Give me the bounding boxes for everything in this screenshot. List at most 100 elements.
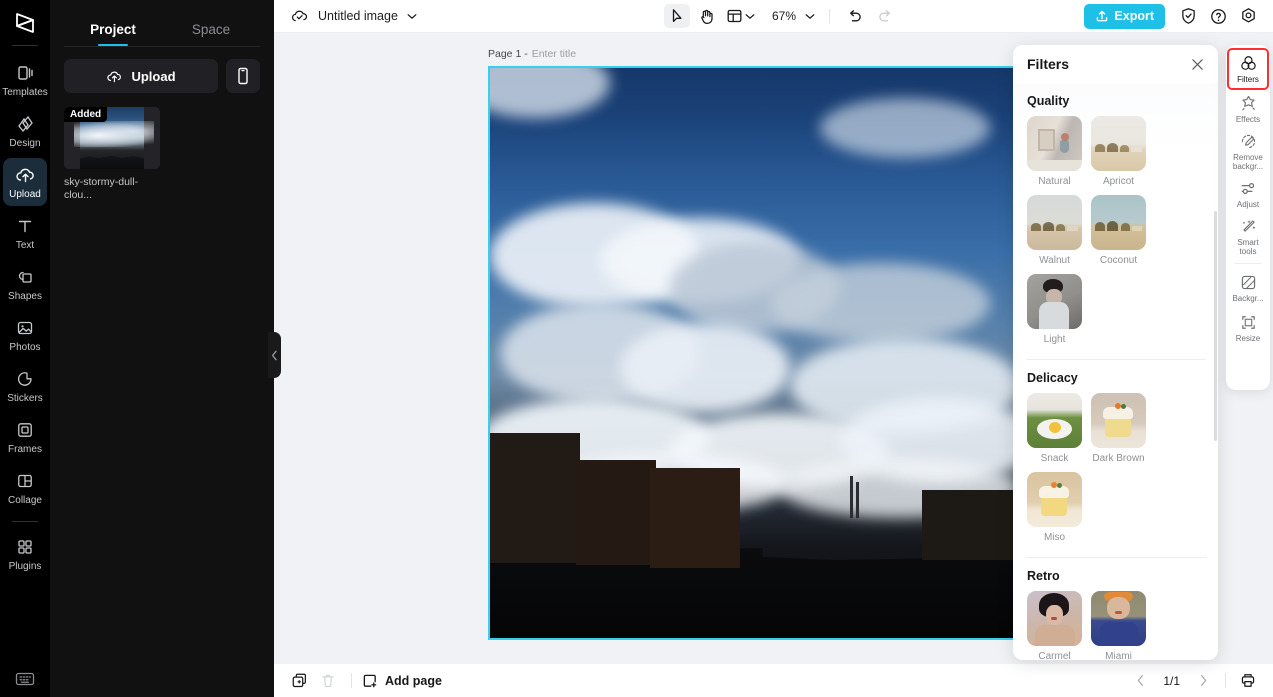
tool-smart-tools[interactable]: Smart tools	[1228, 214, 1268, 259]
tab-space[interactable]: Space	[162, 22, 260, 46]
tool-label: Filters	[1237, 75, 1259, 84]
export-button[interactable]: Export	[1084, 3, 1165, 29]
select-tool-button[interactable]	[664, 4, 690, 28]
filter-label: Carmel	[1038, 651, 1071, 660]
shapes-icon	[14, 266, 36, 288]
prev-page-button[interactable]	[1127, 669, 1153, 693]
tool-background[interactable]: Backgr...	[1228, 268, 1268, 308]
tool-effects[interactable]: Effects	[1228, 89, 1268, 129]
redo-button[interactable]	[872, 4, 898, 28]
panel-tabs: Project Space	[50, 0, 274, 46]
sidebar-item-stickers[interactable]: Stickers	[3, 362, 47, 410]
sidebar-item-design[interactable]: Design	[3, 107, 47, 155]
filter-group-title: Delicacy	[1027, 371, 1078, 385]
hand-tool-button[interactable]	[694, 4, 720, 28]
filter-item[interactable]: Apricot	[1091, 116, 1146, 188]
filter-thumbnail[interactable]	[1091, 195, 1146, 250]
filter-item[interactable]: Miso	[1027, 472, 1082, 544]
artboard[interactable]	[488, 66, 1016, 640]
remove-background-icon	[1239, 132, 1258, 151]
sidebar-item-templates[interactable]: Templates	[2, 56, 48, 104]
tool-adjust[interactable]: Adjust	[1228, 174, 1268, 214]
asset-thumbnail[interactable]: Added	[64, 107, 160, 169]
page-title-input[interactable]: Enter title	[532, 48, 576, 60]
delete-page-button[interactable]	[315, 669, 341, 693]
capcut-logo-icon[interactable]	[8, 8, 42, 38]
filter-group-title: Quality	[1027, 94, 1070, 108]
filters-panel-header: Filters	[1013, 45, 1218, 83]
asset-badge: Added	[64, 107, 108, 122]
filter-thumbnail[interactable]	[1027, 274, 1082, 329]
filter-item[interactable]: Coconut	[1091, 195, 1146, 267]
chevron-down-icon	[745, 13, 755, 20]
sidebar-item-text[interactable]: Text	[3, 209, 47, 257]
filter-item[interactable]: Miami	[1091, 591, 1146, 660]
filter-grid: Carmel Miami	[1027, 591, 1208, 660]
tool-resize[interactable]: Resize	[1228, 308, 1268, 348]
document-title-button[interactable]: Untitled image	[290, 8, 417, 24]
settings-gear-icon[interactable]	[1235, 4, 1261, 28]
filter-thumbnail[interactable]	[1091, 116, 1146, 171]
filter-thumbnail[interactable]	[1091, 591, 1146, 646]
sidebar-item-label: Plugins	[8, 561, 42, 572]
filter-item[interactable]: Carmel	[1027, 591, 1082, 660]
sidebar-item-plugins[interactable]: Plugins	[3, 530, 47, 578]
keyboard-shortcuts-button[interactable]	[0, 671, 50, 687]
sidebar-item-photos[interactable]: Photos	[3, 311, 47, 359]
frames-icon	[14, 419, 36, 441]
upload-button-label: Upload	[131, 68, 176, 84]
filters-panel-body[interactable]: Quality Natural Apricot Walnut Coconut L…	[1013, 83, 1218, 660]
bottom-toolbar: Add page 1/1	[274, 664, 1273, 697]
print-button[interactable]	[1235, 669, 1261, 693]
sidebar-item-collage[interactable]: Collage	[3, 464, 47, 512]
filter-item[interactable]: Snack	[1027, 393, 1082, 465]
add-page-button[interactable]: Add page	[362, 673, 442, 689]
next-page-button[interactable]	[1190, 669, 1216, 693]
tab-project[interactable]: Project	[64, 22, 162, 46]
zoom-control[interactable]: 67%	[761, 9, 817, 23]
text-icon	[14, 215, 36, 237]
filter-group-divider	[1027, 557, 1206, 558]
layout-tool-button[interactable]	[724, 8, 757, 24]
sidebar-item-shapes[interactable]: Shapes	[3, 260, 47, 308]
mobile-phone-icon	[236, 67, 250, 85]
page-label: Page 1 - Enter title	[488, 48, 576, 60]
filter-item[interactable]: Walnut	[1027, 195, 1082, 267]
export-upload-icon	[1095, 9, 1109, 23]
duplicate-page-button[interactable]	[286, 669, 312, 693]
filter-item[interactable]: Light	[1027, 274, 1082, 346]
filter-group: Retro Carmel Miami	[1027, 569, 1208, 660]
filter-thumbnail[interactable]	[1091, 393, 1146, 448]
bottom-toolbar-divider	[351, 673, 352, 688]
asset-item[interactable]: Added sky-stormy-dull-clou...	[64, 107, 160, 202]
filter-label: Apricot	[1102, 176, 1135, 187]
filter-thumbnail[interactable]	[1027, 116, 1082, 171]
filter-grid: Snack Dark Brown Miso	[1027, 393, 1208, 544]
filter-label: Miso	[1043, 532, 1066, 543]
tool-label: Smart tools	[1237, 238, 1259, 256]
sidebar-item-upload[interactable]: Upload	[3, 158, 47, 206]
mobile-upload-button[interactable]	[226, 59, 260, 93]
upload-row: Upload	[50, 47, 274, 93]
panel-collapse-handle[interactable]	[268, 332, 281, 378]
templates-icon	[14, 62, 36, 84]
tool-filters[interactable]: Filters	[1227, 48, 1269, 90]
filter-item[interactable]: Natural	[1027, 116, 1082, 188]
filter-thumbnail[interactable]	[1027, 195, 1082, 250]
sidebar-item-frames[interactable]: Frames	[3, 413, 47, 461]
duplicate-page-icon	[291, 672, 308, 689]
shield-check-icon[interactable]	[1175, 4, 1201, 28]
close-icon[interactable]	[1188, 55, 1206, 73]
filter-thumbnail[interactable]	[1027, 472, 1082, 527]
filter-thumbnail[interactable]	[1027, 591, 1082, 646]
tool-remove-background[interactable]: Remove backgr...	[1228, 129, 1268, 174]
filters-scrollbar[interactable]	[1214, 211, 1217, 441]
filter-item[interactable]: Dark Brown	[1091, 393, 1146, 465]
add-page-icon	[362, 673, 378, 689]
help-question-icon[interactable]	[1205, 4, 1231, 28]
canvas-photo	[490, 68, 1014, 638]
filter-group: Delicacy Snack Dark Brown Miso	[1027, 371, 1208, 544]
filter-thumbnail[interactable]	[1027, 393, 1082, 448]
undo-button[interactable]	[842, 4, 868, 28]
upload-button[interactable]: Upload	[64, 59, 218, 93]
